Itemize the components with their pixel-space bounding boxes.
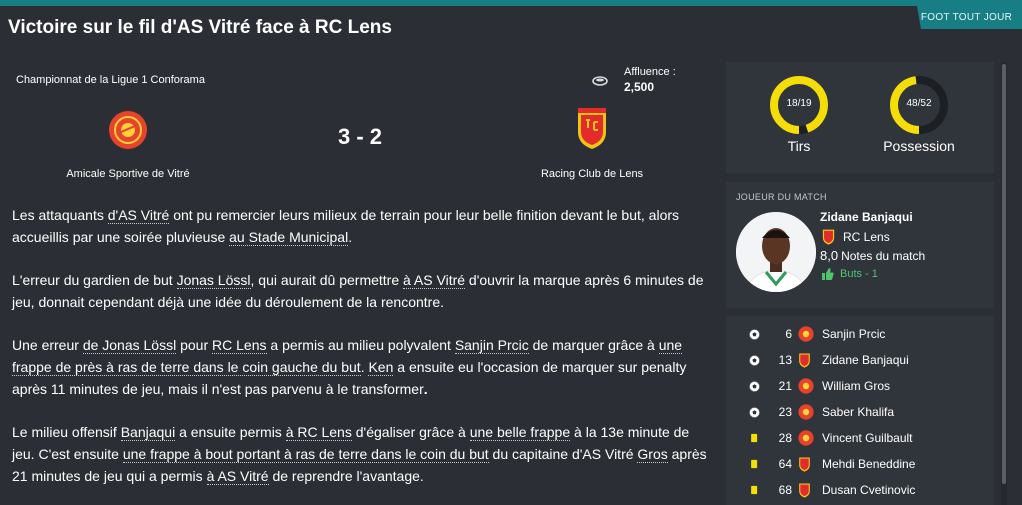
home-team-crest[interactable] [108,110,148,150]
event-player[interactable]: Zidane Banjaqui [822,353,909,367]
ball-icon [748,380,760,392]
top-accent-bar [0,0,1022,6]
page-title: Victoire sur le fil d'AS Vitré face à RC… [8,17,392,38]
ball-icon [748,328,760,340]
player-of-the-match-panel: JOUEUR DU MATCH Zidane Banjaqui RC Lens … [726,182,994,308]
potm-title: JOUEUR DU MATCH [736,192,827,202]
report-paragraph-2: L'erreur du gardien de but Jonas Lössl, … [12,272,704,310]
vitre-crest-icon [798,326,814,342]
report-paragraph-1: Les attaquants d'AS Vitré ont pu remerci… [12,207,680,246]
event-row[interactable]: 13 Zidane Banjaqui [726,347,994,373]
potm-goals: Buts - 1 [822,268,878,280]
competition-name: Championnat de la Ligue 1 Conforama [16,74,205,86]
ball-icon [748,354,760,366]
shots-value: 18/19 [786,98,812,109]
scrollbar-thumb[interactable] [1002,64,1006,484]
score: 3 - 2 [337,124,383,149]
event-row[interactable]: 68 Dusan Cvetinovic [726,477,994,503]
attendance: Affluence : 2,500 [592,66,676,94]
potm-rating-value: 8,0 [820,248,839,263]
stadium-icon [592,76,608,86]
potm-rating-label: Notes du match [841,249,926,263]
shots-label: Tirs [787,138,811,154]
player-link[interactable]: Sanjin Prcic [454,337,529,354]
event-player[interactable]: Dusan Cvetinovic [822,483,915,497]
event-minute: 6 [785,327,792,341]
highlight-link[interactable]: une frappe à bout portant à ras de terre… [122,446,489,463]
event-row[interactable]: 6 Sanjin Prcic [726,321,994,347]
team-link[interactable]: à AS Vitré [206,468,269,485]
thumbs-up-icon [822,268,834,280]
event-player[interactable]: Sanjin Prcic [822,327,885,341]
player-portrait-icon [736,212,816,292]
event-player[interactable]: William Gros [822,379,890,393]
event-minute: 64 [778,457,792,471]
event-player[interactable]: Saber Khalifa [822,405,894,419]
report-paragraph-4: Le milieu offensif Banjaqui a ensuite pe… [12,424,707,485]
team-link[interactable]: à AS Vitré [403,272,466,289]
team-link[interactable]: RC Lens [212,337,267,354]
ball-icon [748,406,760,418]
lens-crest-icon [798,352,814,368]
player-link[interactable]: Jonas Lössl [176,272,251,289]
away-team-crest[interactable] [576,108,608,150]
yellow-card-icon [748,432,760,444]
match-report: Championnat de la Ligue 1 Conforama Affl… [0,58,716,505]
stadium-link[interactable]: au Stade Municipal [229,229,349,246]
away-team-name[interactable]: Racing Club de Lens [492,168,692,180]
player-avatar[interactable] [736,212,816,292]
report-body: Les attaquants d'AS Vitré ont pu remerci… [12,204,712,505]
vitre-crest-icon [798,430,814,446]
potm-rating: 8,0 Notes du match [820,248,925,263]
player-link[interactable]: Gros [637,446,668,463]
sidebar-scrollbar[interactable] [1001,62,1007,505]
event-row[interactable]: 23 Saber Khalifa [726,399,994,425]
event-row[interactable]: 64 Mehdi Beneddine [726,451,994,477]
attendance-label: Affluence : [624,66,676,78]
home-team-name[interactable]: Amicale Sportive de Vitré [28,168,228,180]
team-link[interactable]: à RC Lens [285,424,352,441]
event-player[interactable]: Vincent Guilbault [822,431,913,445]
event-minute: 68 [778,483,792,497]
player-link[interactable]: Ken [368,359,394,376]
match-stats-panel: 18/19 Tirs 48/52 Possession [726,62,994,174]
team-link[interactable]: d'AS Vitré [107,207,170,224]
event-minute: 21 [778,379,792,393]
report-paragraph-3: Une erreur de Jonas Lössl pour RC Lens a… [12,337,687,397]
event-player[interactable]: Mehdi Beneddine [822,457,915,471]
yellow-card-icon [748,484,760,496]
source-tab[interactable]: FOOT TOUT JOUR [917,6,1022,29]
potm-club[interactable]: RC Lens [822,228,890,245]
event-row[interactable]: 21 William Gros [726,373,994,399]
match-events-panel: 6 Sanjin Prcic 13 Zidane Banjaqui 21 William … [726,316,994,505]
yellow-card-icon [748,458,760,470]
highlight-link[interactable]: une belle frappe [469,424,571,441]
attendance-value: 2,500 [624,80,655,94]
potm-club-name: RC Lens [843,229,890,244]
event-minute: 13 [778,353,792,367]
potm-goals-text: Buts - 1 [840,268,878,280]
vitre-crest-icon [798,378,814,394]
event-minute: 23 [778,405,792,419]
lens-crest-icon [798,482,814,498]
vitre-crest-icon [798,404,814,420]
lens-crest-icon [798,456,814,472]
player-link[interactable]: de Jonas Lössl [82,337,177,354]
event-row[interactable]: 28 Vincent Guilbault [726,425,994,451]
possession-label: Possession [883,138,955,154]
event-minute: 28 [778,431,792,445]
potm-name[interactable]: Zidane Banjaqui [820,210,913,224]
lens-crest-icon [822,229,835,245]
player-link[interactable]: Banjaqui [120,424,176,441]
possession-value: 48/52 [906,98,932,109]
